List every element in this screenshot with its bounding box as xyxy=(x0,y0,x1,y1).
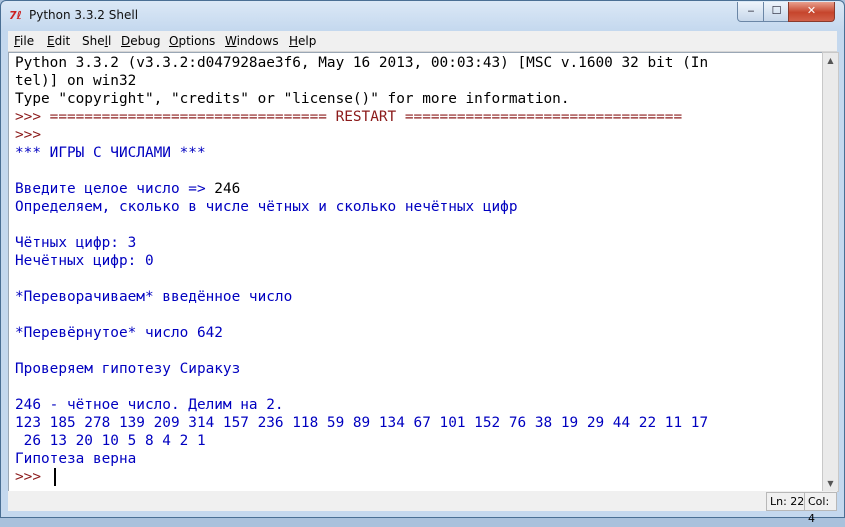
menu-edit[interactable]: Edit xyxy=(47,34,70,48)
idle-shell-window: 7ℓ Python 3.3.2 Shell ‒ ☐ ✕ File Edit Sh… xyxy=(0,0,845,525)
menu-options[interactable]: Options xyxy=(169,34,215,48)
window-title: Python 3.3.2 Shell xyxy=(29,8,139,22)
text-cursor xyxy=(54,468,56,486)
user-input-value: 246 xyxy=(214,181,241,197)
minimize-button[interactable]: ‒ xyxy=(737,2,765,22)
shell-text-area[interactable]: Python 3.3.2 (v3.3.2:d047928ae3f6, May 1… xyxy=(8,52,823,492)
shell-line-even-digits: Чётных цифр: 3 xyxy=(15,235,137,251)
shell-line-heading: *** ИГРЫ С ЧИСЛАМИ *** xyxy=(15,145,206,161)
shell-line-current-prompt: >>> xyxy=(15,469,50,485)
maximize-button[interactable]: ☐ xyxy=(763,2,790,22)
shell-line-banner-1: Python 3.3.2 (v3.3.2:d047928ae3f6, May 1… xyxy=(15,55,709,71)
shell-line-sequence-1: 123 185 278 139 209 314 157 236 118 59 8… xyxy=(15,415,709,431)
shell-line-input-request: Введите целое число => 246 xyxy=(15,180,240,198)
shell-line-sequence-2: 26 13 20 10 5 8 4 2 1 xyxy=(15,433,206,449)
status-bar: Ln: 22 Col: 4 xyxy=(8,491,837,525)
menu-windows[interactable]: Windows xyxy=(225,34,279,48)
title-bar[interactable]: 7ℓ Python 3.3.2 Shell ‒ ☐ ✕ xyxy=(1,1,844,31)
python-idle-icon: 7ℓ xyxy=(9,9,22,22)
menu-file[interactable]: File xyxy=(14,34,34,48)
menu-debug[interactable]: Debug xyxy=(121,34,160,48)
vertical-scrollbar[interactable]: ▲ ▼ xyxy=(822,52,839,492)
shell-line-result: Гипотеза верна xyxy=(15,451,137,467)
shell-line-banner-3: Type "copyright", "credits" or "license(… xyxy=(15,91,570,107)
menu-help[interactable]: Help xyxy=(289,34,316,48)
menu-shell[interactable]: Shell xyxy=(82,34,111,48)
shell-line-even-divide: 246 - чётное число. Делим на 2. xyxy=(15,397,284,413)
shell-line-reversed: *Перевёрнутое* число 642 xyxy=(15,325,223,341)
status-column-number: Col: 4 xyxy=(804,492,837,525)
input-prompt-text: Введите целое число => xyxy=(15,181,215,197)
shell-line-prompt: >>> xyxy=(15,127,41,143)
scroll-up-arrow-icon[interactable]: ▲ xyxy=(823,53,838,68)
shell-line-collatz-check: Проверяем гипотезу Сиракуз xyxy=(15,361,241,377)
scroll-down-arrow-icon[interactable]: ▼ xyxy=(823,476,838,491)
shell-line-odd-digits: Нечётных цифр: 0 xyxy=(15,253,154,269)
shell-line-digit-analysis: Определяем, сколько в числе чётных и ско… xyxy=(15,199,518,215)
shell-line-banner-2: tel)] on win32 xyxy=(15,73,137,89)
shell-line-reversing: *Переворачиваем* введённое число xyxy=(15,289,293,305)
close-button[interactable]: ✕ xyxy=(788,2,835,22)
shell-line-restart: >>> ================================ RES… xyxy=(15,109,683,125)
status-line-number: Ln: 22 xyxy=(766,492,809,511)
menu-bar: File Edit Shell Debug Options Windows He… xyxy=(8,31,837,52)
